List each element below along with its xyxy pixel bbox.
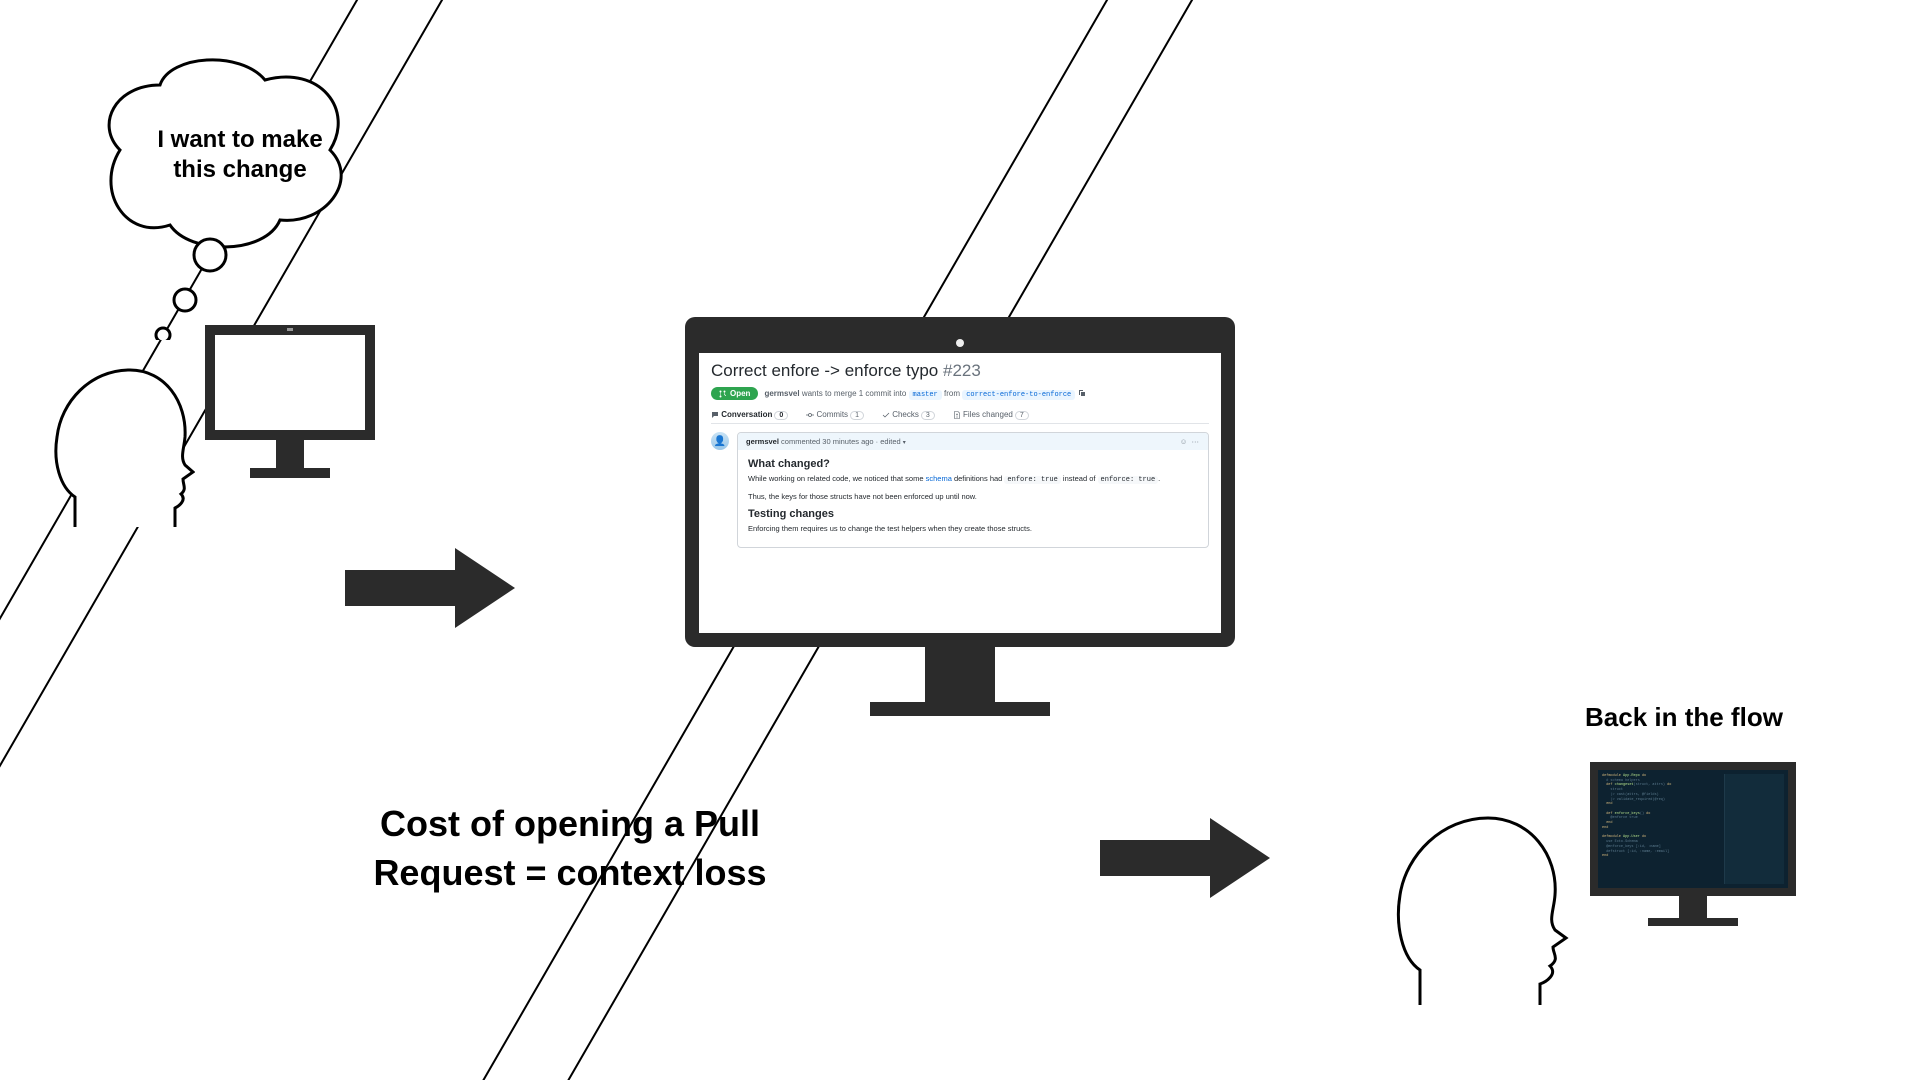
- git-pr-icon: [719, 390, 727, 398]
- pr-status-badge: Open: [711, 387, 758, 400]
- tab-checks: Checks3: [882, 410, 935, 419]
- commit-icon: [806, 411, 814, 419]
- caption-main: Cost of opening a Pull Request = context…: [320, 800, 820, 897]
- pr-merge-text: wants to merge 1 commit into: [802, 389, 906, 398]
- pr-branch-head: correct-enfore-to-enforce: [962, 390, 1075, 400]
- pr-author: germsvel: [764, 389, 799, 398]
- pr-comment: germsvel commented 30 minutes ago · edit…: [737, 432, 1209, 548]
- arrow-right-icon: [1100, 818, 1270, 898]
- pr-title: Correct enfore -> enforce typo #223: [711, 361, 1209, 381]
- comment-meta: commented 30 minutes ago · edited: [781, 437, 901, 446]
- tab-conversation: Conversation0: [711, 410, 788, 419]
- monitor-code-icon: defmodule App.Repo do # schema helpers d…: [1590, 762, 1795, 926]
- thought-bubble: I want to make this change: [80, 40, 360, 260]
- pr-title-text: Correct enfore -> enforce typo: [711, 361, 938, 380]
- pr-branch-base: master: [909, 390, 942, 400]
- tab-commits: Commits1: [806, 410, 864, 419]
- comment-heading: Testing changes: [748, 508, 1198, 520]
- diagram-canvas: I want to make this change Correct enfor…: [0, 0, 1920, 1080]
- pr-status-text: Open: [730, 389, 750, 398]
- comment-heading: What changed?: [748, 458, 1198, 470]
- pr-tabs: Conversation0 Commits1 Checks3 Files cha…: [711, 410, 1209, 424]
- comment-icon: [711, 411, 719, 419]
- file-diff-icon: [953, 411, 961, 419]
- comment-author: germsvel: [746, 437, 779, 446]
- comment-paragraph: Enforcing them requires us to change the…: [748, 524, 1198, 535]
- person-head-icon: [45, 352, 195, 527]
- pr-number: #223: [943, 361, 981, 380]
- pr-from-text: from: [944, 389, 960, 398]
- thought-text: I want to make this change: [140, 125, 340, 185]
- copy-icon: [1078, 389, 1086, 397]
- comment-actions-icon: ☺ ⋯: [1180, 437, 1200, 446]
- monitor-icon: [205, 325, 375, 478]
- tab-files: Files changed7: [953, 410, 1029, 419]
- pr-screenshot: Correct enfore -> enforce typo #223 Open…: [699, 353, 1221, 633]
- comment-paragraph: While working on related code, we notice…: [748, 474, 1198, 486]
- comment-paragraph: Thus, the keys for those structs have no…: [748, 492, 1198, 503]
- avatar: 👤: [711, 432, 729, 450]
- thought-bubble-icon: [80, 40, 360, 340]
- code-editor-icon: defmodule App.Repo do # schema helpers d…: [1602, 774, 1722, 884]
- person-head-icon: [1390, 800, 1570, 1005]
- check-icon: [882, 411, 890, 419]
- monitor-pr: Correct enfore -> enforce typo #223 Open…: [685, 317, 1235, 716]
- pr-meta-line: Open germsvel wants to merge 1 commit in…: [711, 387, 1209, 400]
- arrow-right-icon: [345, 548, 515, 628]
- caption-right: Back in the flow: [1585, 702, 1783, 733]
